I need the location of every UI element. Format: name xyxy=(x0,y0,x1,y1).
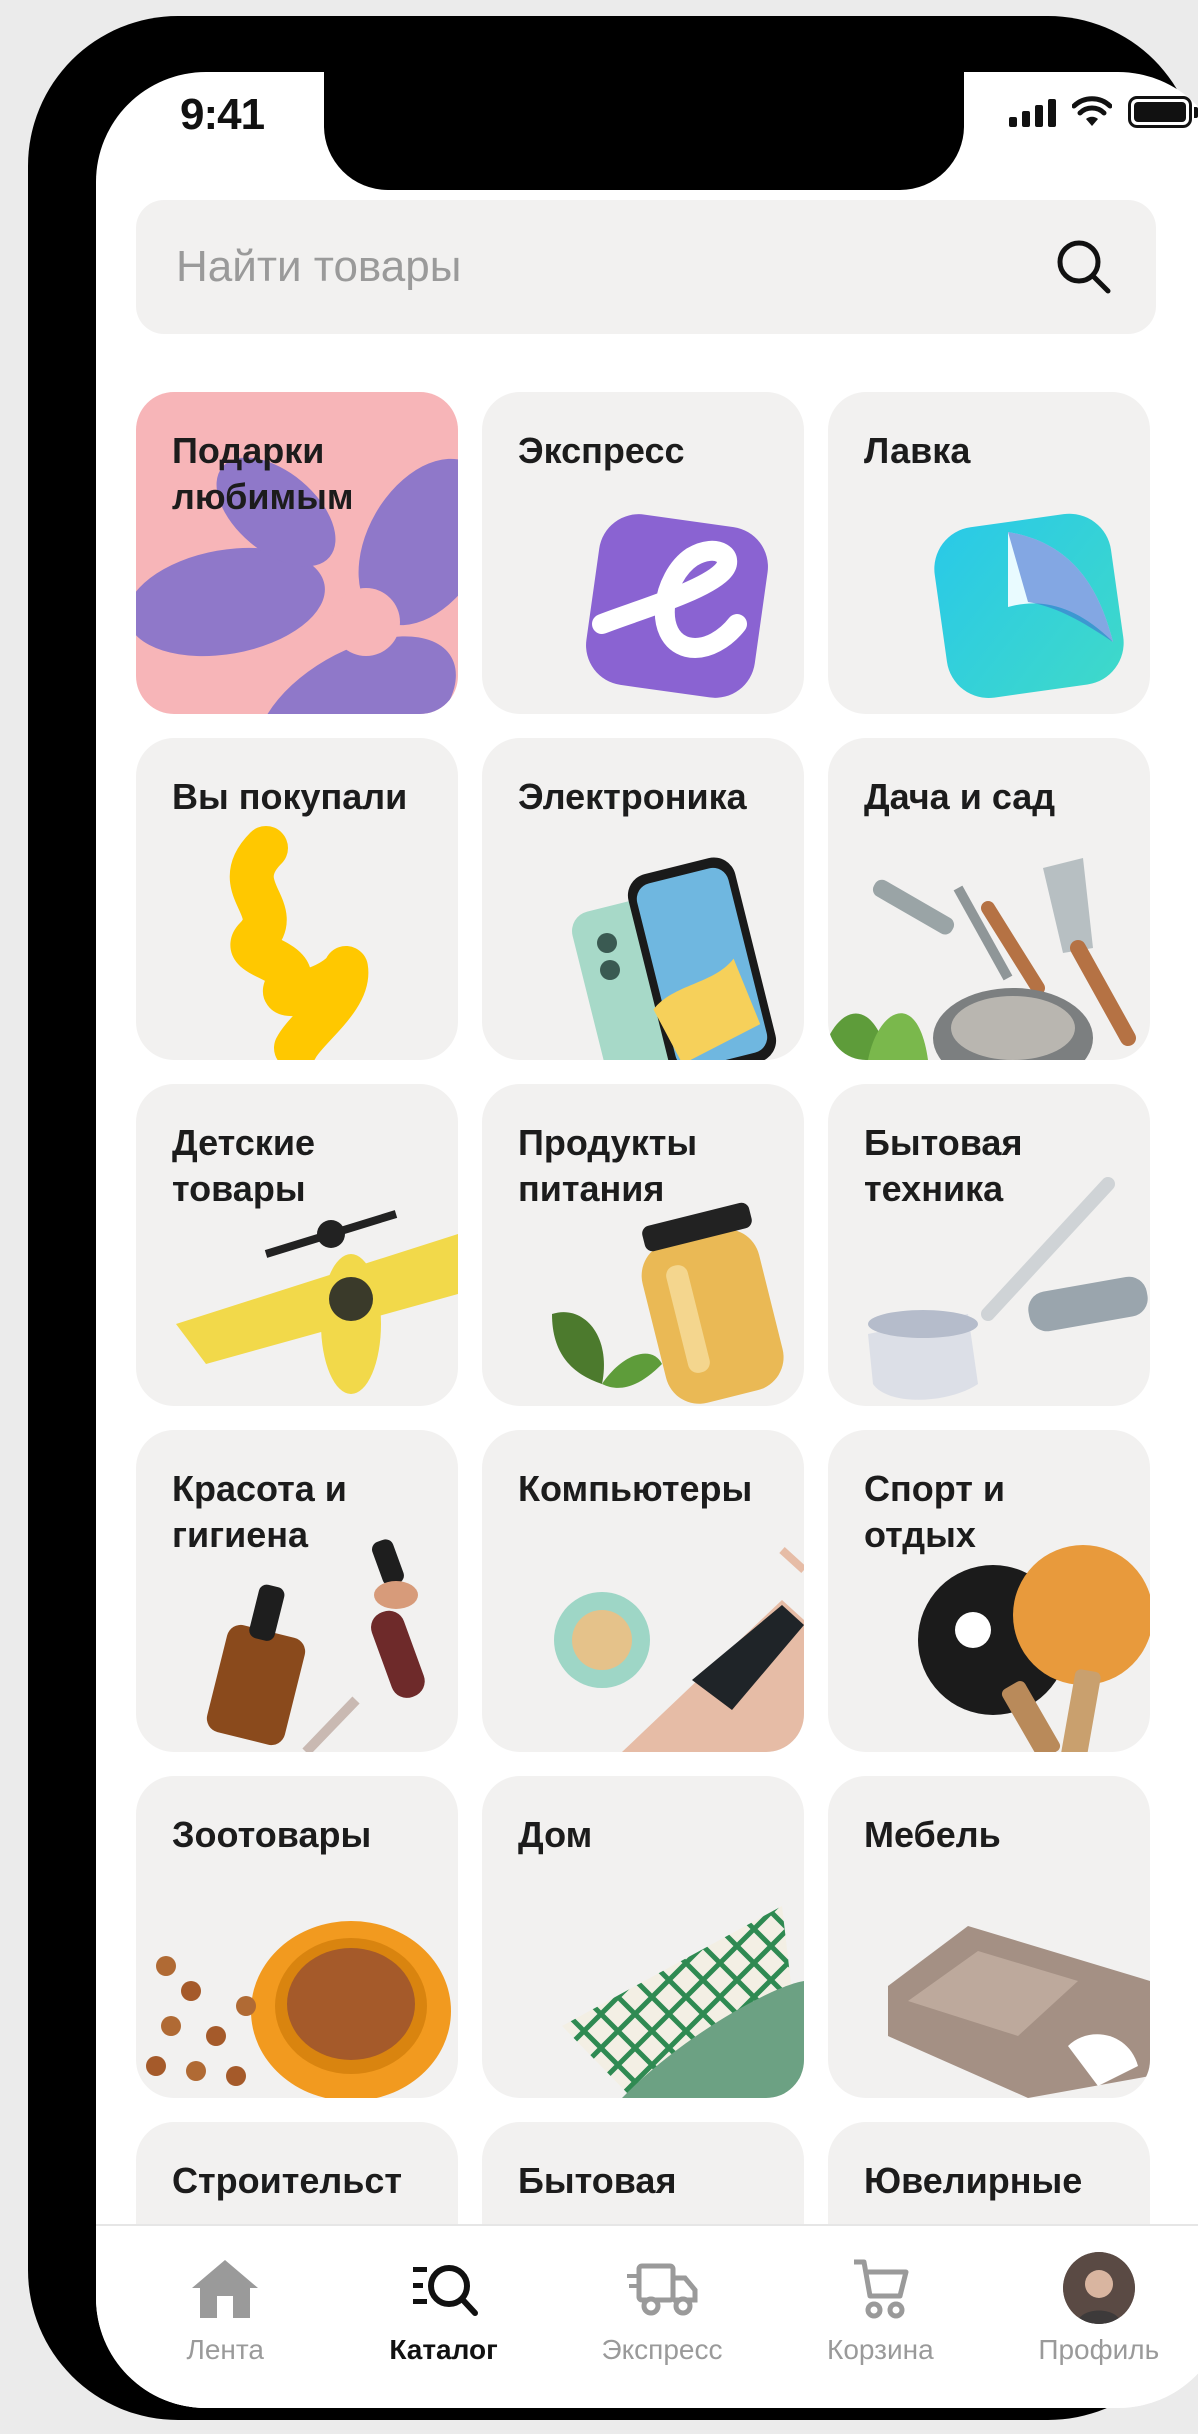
phone-frame: 9:41 Подарки любимым xyxy=(28,16,1198,2420)
tab-cart[interactable]: Корзина xyxy=(785,2250,975,2408)
category-tile-gifts[interactable]: Подарки любимым xyxy=(136,392,458,714)
tab-feed[interactable]: Лента xyxy=(130,2250,320,2408)
category-label: Красота и гигиена xyxy=(172,1468,347,1555)
tab-label: Лента xyxy=(186,2334,264,2365)
category-tile-appliances[interactable]: Бытовая техника xyxy=(828,1084,1150,1406)
avatar xyxy=(1061,2250,1137,2326)
search-icon[interactable] xyxy=(1052,235,1116,299)
tab-profile[interactable]: Профиль xyxy=(1004,2250,1194,2408)
tab-express[interactable]: Экспресс xyxy=(567,2250,757,2408)
tab-label: Корзина xyxy=(827,2334,934,2365)
truck-icon xyxy=(624,2250,700,2326)
category-label: Лавка xyxy=(864,430,971,471)
category-label: Электроника xyxy=(518,776,747,817)
cart-icon xyxy=(842,2250,918,2326)
category-label: Мебель xyxy=(864,1814,1001,1855)
category-label: Дача и сад xyxy=(864,776,1056,817)
category-tile-express[interactable]: Экспресс xyxy=(482,392,804,714)
category-tile-lavka[interactable]: Лавка xyxy=(828,392,1150,714)
category-label: Строительст xyxy=(172,2160,403,2201)
category-label: Подарки любимым xyxy=(172,430,354,517)
cellular-signal-icon xyxy=(1009,97,1056,127)
catalog-search-icon xyxy=(406,2250,482,2326)
category-tile-purchased[interactable]: Вы покупали xyxy=(136,738,458,1060)
wifi-icon xyxy=(1072,96,1112,126)
category-tile-pets[interactable]: Зоотовары xyxy=(136,1776,458,2098)
category-tile-sport[interactable]: Спорт и отдых xyxy=(828,1430,1150,1752)
status-icons xyxy=(1009,96,1198,128)
tab-label: Экспресс xyxy=(601,2334,723,2365)
category-label: Продукты питания xyxy=(518,1122,698,1209)
category-label: Зоотовары xyxy=(172,1814,372,1855)
device-notch xyxy=(324,72,964,190)
category-tile-home[interactable]: Дом xyxy=(482,1776,804,2098)
category-label: Дом xyxy=(518,1814,593,1855)
category-label: Компьютеры xyxy=(518,1468,753,1509)
category-label: Спорт и отдых xyxy=(864,1468,1006,1555)
category-label: Детские товары xyxy=(172,1122,315,1209)
category-label: Бытовая xyxy=(518,2160,677,2201)
tab-label: Профиль xyxy=(1038,2334,1160,2365)
category-tile-kids[interactable]: Детские товары xyxy=(136,1084,458,1406)
category-tile-computers[interactable]: Компьютеры xyxy=(482,1430,804,1752)
category-tile-furniture[interactable]: Мебель xyxy=(828,1776,1150,2098)
tab-catalog[interactable]: Каталог xyxy=(349,2250,539,2408)
app-screen: 9:41 Подарки любимым xyxy=(96,72,1198,2408)
search-bar[interactable] xyxy=(136,200,1156,334)
category-label: Вы покупали xyxy=(172,776,408,817)
category-grid: Подарки любимым Экспресс Лавка Вы покупа… xyxy=(136,392,1160,2408)
battery-icon xyxy=(1128,96,1198,128)
category-tile-food[interactable]: Продукты питания xyxy=(482,1084,804,1406)
category-tile-garden[interactable]: Дача и сад xyxy=(828,738,1150,1060)
search-input[interactable] xyxy=(176,242,1052,292)
category-tile-beauty[interactable]: Красота и гигиена xyxy=(136,1430,458,1752)
home-icon xyxy=(187,2250,263,2326)
category-label: Бытовая техника xyxy=(864,1122,1023,1209)
category-label: Экспресс xyxy=(518,430,685,471)
category-tile-electronics[interactable]: Электроника xyxy=(482,738,804,1060)
status-time: 9:41 xyxy=(180,90,265,139)
bottom-tab-bar: Лента Каталог Экспресс Корзина Профиль xyxy=(96,2224,1198,2408)
tab-label: Каталог xyxy=(389,2334,498,2365)
category-label: Ювелирные xyxy=(864,2160,1083,2201)
